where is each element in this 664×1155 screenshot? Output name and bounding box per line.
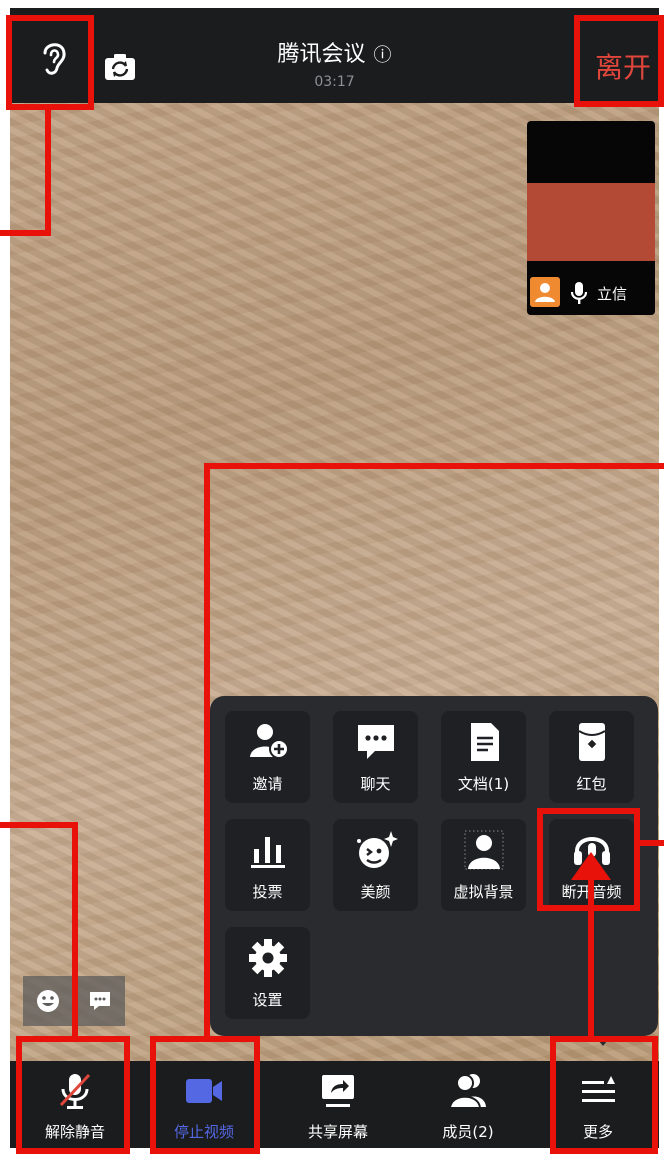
virtual-background-icon <box>464 830 504 870</box>
top-bar: 腾讯会议 ⓘ 03:17 离开 <box>10 8 659 103</box>
menu-item-beauty[interactable]: 美颜 <box>333 819 418 911</box>
share-screen-icon <box>322 1075 354 1107</box>
info-icon[interactable]: ⓘ <box>374 45 392 66</box>
annotation-arrow <box>571 852 611 1036</box>
annotation-line <box>204 463 664 469</box>
mic-icon <box>570 282 588 304</box>
emoji-button[interactable] <box>23 976 73 1026</box>
members-button[interactable]: 成员(2) <box>408 1061 528 1148</box>
avatar-icon <box>530 277 560 307</box>
menu-item-settings[interactable]: 设置 <box>225 927 310 1019</box>
menu-item-vote[interactable]: 投票 <box>225 819 310 911</box>
highlight-leave-button <box>574 15 664 107</box>
message-icon <box>90 992 110 1010</box>
menu-item-document[interactable]: 文档(1) <box>441 711 526 803</box>
menu-item-chat[interactable]: 聊天 <box>333 711 418 803</box>
highlight-stop-video-button <box>150 1036 260 1154</box>
members-icon <box>448 1074 486 1109</box>
invite-icon <box>250 724 289 759</box>
meeting-screen: 腾讯会议 ⓘ 03:17 离开 立信 邀请 聊天 文档(1) 红包 投票 美颜 … <box>10 8 659 1148</box>
meeting-title[interactable]: 腾讯会议 ⓘ <box>10 36 659 68</box>
participant-video <box>527 183 655 261</box>
beauty-icon <box>357 831 398 868</box>
meeting-timer: 03:17 <box>314 74 355 90</box>
red-packet-icon <box>578 723 606 761</box>
vote-icon <box>251 837 285 868</box>
highlight-unmute-button <box>16 1036 130 1154</box>
annotation-line <box>0 822 78 828</box>
annotation-line <box>72 822 78 1038</box>
annotation-line <box>204 463 210 1039</box>
annotation-line <box>640 840 664 846</box>
quick-message-button[interactable] <box>75 976 125 1026</box>
emoji-icon <box>37 990 59 1012</box>
participant-name: 立信 <box>597 285 628 303</box>
highlight-ear-button <box>6 15 94 110</box>
share-screen-button[interactable]: 共享屏幕 <box>278 1061 398 1148</box>
menu-item-virtual-background[interactable]: 虚拟背景 <box>441 819 526 911</box>
participant-thumbnail[interactable]: 立信 <box>527 121 655 315</box>
document-icon <box>471 723 499 761</box>
participant-info-bar: 立信 <box>527 271 655 315</box>
annotation-line <box>45 110 51 236</box>
menu-item-red-packet[interactable]: 红包 <box>549 711 634 803</box>
highlight-more-button <box>550 1036 658 1154</box>
menu-item-invite[interactable]: 邀请 <box>225 711 310 803</box>
chat-icon <box>358 725 394 759</box>
gear-icon <box>249 939 287 977</box>
annotation-line <box>0 230 51 236</box>
